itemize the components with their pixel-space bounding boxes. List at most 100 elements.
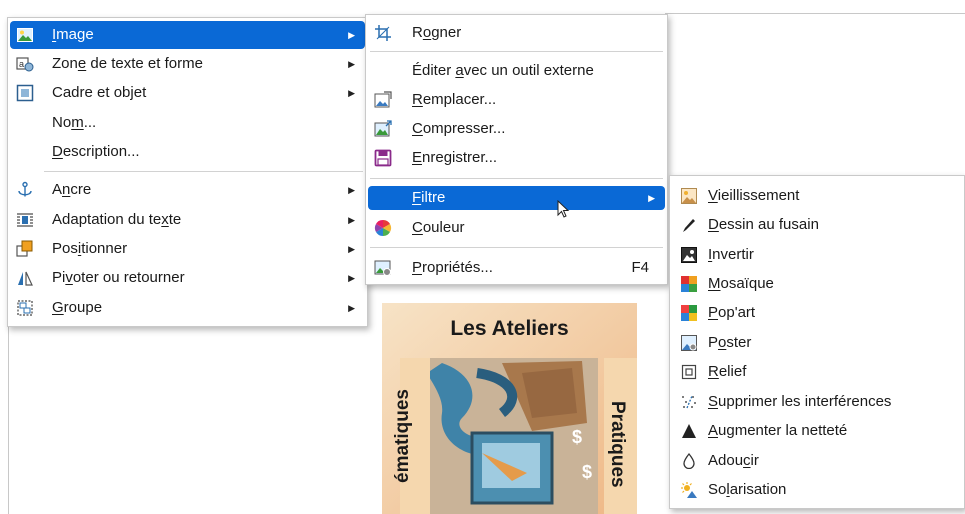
poster-title: Les Ateliers [450, 317, 569, 340]
menu-item-frame-object[interactable]: Cadre et objet ▶ [10, 79, 365, 107]
menu-separator [370, 51, 663, 52]
menu-separator [370, 178, 663, 179]
anchor-icon [16, 181, 34, 199]
mouse-cursor-icon [557, 200, 570, 218]
menu-item-label: Couleur [412, 219, 465, 236]
menu-item-label: Dessin au fusain [708, 216, 819, 233]
menu-item-rotate-flip[interactable]: Pivoter ou retourner ▶ [10, 264, 365, 292]
pop-art-icon [680, 304, 698, 322]
mnemonic-letter: C [412, 219, 423, 236]
menu-item-anchor[interactable]: Ancre ▶ [10, 176, 365, 204]
mnemonic-letter: m [71, 114, 84, 131]
menu-item-label: Description... [52, 143, 140, 160]
menu-item-description[interactable]: Description... [10, 138, 365, 166]
mnemonic-letter: E [412, 149, 423, 166]
menu-item-name[interactable]: Nom... [10, 109, 365, 137]
menu-item-image[interactable]: Image ▶ [10, 21, 365, 49]
mnemonic-letter: D [52, 143, 63, 160]
menu-item-external-edit[interactable]: Éditer avec un outil externe [368, 57, 665, 85]
menu-item-color[interactable]: Couleur [368, 214, 665, 242]
mnemonic-letter: M [708, 275, 721, 292]
submenu-arrow-icon: ▶ [348, 30, 355, 40]
submenu-arrow-icon: ▶ [348, 88, 355, 98]
text-shape-icon: a [16, 55, 34, 73]
crop-icon [374, 24, 392, 42]
mnemonic-letter: v [65, 269, 73, 286]
mnemonic-letter: e [77, 55, 87, 72]
mnemonic-letter: x [161, 211, 169, 228]
menu-item-group[interactable]: Groupe ▶ [10, 294, 365, 322]
mnemonic-letter: V [708, 187, 718, 204]
menu-item-label: Enregistrer... [412, 149, 498, 166]
mnemonic-letter: S [708, 393, 719, 410]
menu-item-replace[interactable]: Remplacer... [368, 86, 665, 114]
group-icon [16, 299, 34, 317]
submenu-arrow-icon: ▶ [348, 273, 355, 283]
text-wrap-icon [16, 211, 34, 229]
menu-separator [44, 171, 363, 172]
menu-item-label: Invertir [708, 246, 754, 263]
mnemonic-letter: P [412, 259, 423, 276]
document-image[interactable]: $ $ Les Ateliers ématiques Pratiques [382, 303, 637, 514]
menu-item-label: Groupe [52, 299, 103, 316]
submenu-arrow-icon: ▶ [348, 215, 355, 225]
menu-item-label: Pivoter ou retourner [52, 269, 185, 286]
menu-item-label: Cadre et objet [52, 84, 147, 101]
menu-item-filter[interactable]: Filtre ▶ [368, 186, 665, 210]
menu-item-compress[interactable]: Compresser... [368, 115, 665, 143]
poster-right-text: Pratiques [607, 401, 628, 488]
mnemonic-letter: i [77, 240, 82, 257]
menu-item-invert[interactable]: Invertir [672, 241, 962, 269]
menu-item-aging[interactable]: Vieillissement [672, 182, 962, 210]
menu-item-label: Positionner [52, 240, 128, 257]
menu-item-solarization[interactable]: Solarisation [672, 476, 962, 504]
menu-item-label: Éditer avec un outil externe [412, 62, 594, 79]
menu-item-properties[interactable]: Propriétés... F4 [368, 254, 665, 282]
submenu-arrow-icon: ▶ [348, 244, 355, 254]
smooth-icon [680, 452, 698, 470]
save-icon [374, 149, 392, 167]
menu-item-crop[interactable]: Rogner [368, 19, 665, 47]
menu-item-label: Augmenter la netteté [708, 422, 848, 439]
mnemonic-letter: I [52, 26, 57, 43]
menu-item-label: Compresser... [412, 120, 506, 137]
menu-item-text-shape[interactable]: a Zone de texte et forme ▶ [10, 50, 365, 78]
menu-item-save[interactable]: Enregistrer... [368, 144, 665, 172]
menu-item-label: Rogner [412, 24, 462, 41]
menu-item-label: Mosaïque [708, 275, 774, 292]
menu-item-poster[interactable]: Poster [672, 329, 962, 357]
rotate-flip-icon [16, 269, 34, 287]
replace-image-icon [374, 91, 392, 109]
image-submenu: Rogner Éditer avec un outil externe Remp… [365, 14, 668, 285]
context-menu: Image ▶ a Zone de texte et forme ▶ Cadre… [7, 17, 368, 327]
submenu-arrow-icon: ▶ [348, 59, 355, 69]
menu-item-pop-art[interactable]: Pop'art [672, 299, 962, 327]
invert-icon [680, 246, 698, 264]
menu-item-charcoal[interactable]: Dessin au fusain [672, 211, 962, 239]
aging-icon [680, 187, 698, 205]
menu-item-relief[interactable]: Relief [672, 358, 962, 386]
arrange-icon [16, 240, 34, 258]
menu-item-label: Vieillissement [708, 187, 800, 204]
mosaic-icon [680, 275, 698, 293]
mnemonic-letter: o [422, 24, 432, 41]
menu-item-label: Ancre [52, 181, 92, 198]
submenu-arrow-icon: ▶ [348, 303, 355, 313]
mnemonic-letter: n [62, 181, 71, 198]
compress-image-icon [374, 120, 392, 138]
menu-item-sharpen[interactable]: Augmenter la netteté [672, 417, 962, 445]
menu-item-mosaic[interactable]: Mosaïque [672, 270, 962, 298]
mnemonic-letter: j [130, 84, 134, 101]
page-border-top [665, 13, 965, 14]
menu-item-smooth[interactable]: Adoucir [672, 447, 962, 475]
mnemonic-letter: c [743, 452, 751, 469]
shortcut-label: F4 [631, 259, 649, 276]
mnemonic-letter: I [708, 246, 713, 263]
remove-noise-icon [680, 393, 698, 411]
menu-item-arrange[interactable]: Positionner ▶ [10, 235, 365, 263]
mnemonic-letter: F [412, 189, 422, 206]
menu-item-text-wrap[interactable]: Adaptation du texte ▶ [10, 206, 365, 234]
mnemonic-letter: C [412, 120, 423, 137]
menu-item-remove-noise[interactable]: Supprimer les interférences [672, 388, 962, 416]
menu-item-label: Adaptation du texte [52, 211, 182, 228]
